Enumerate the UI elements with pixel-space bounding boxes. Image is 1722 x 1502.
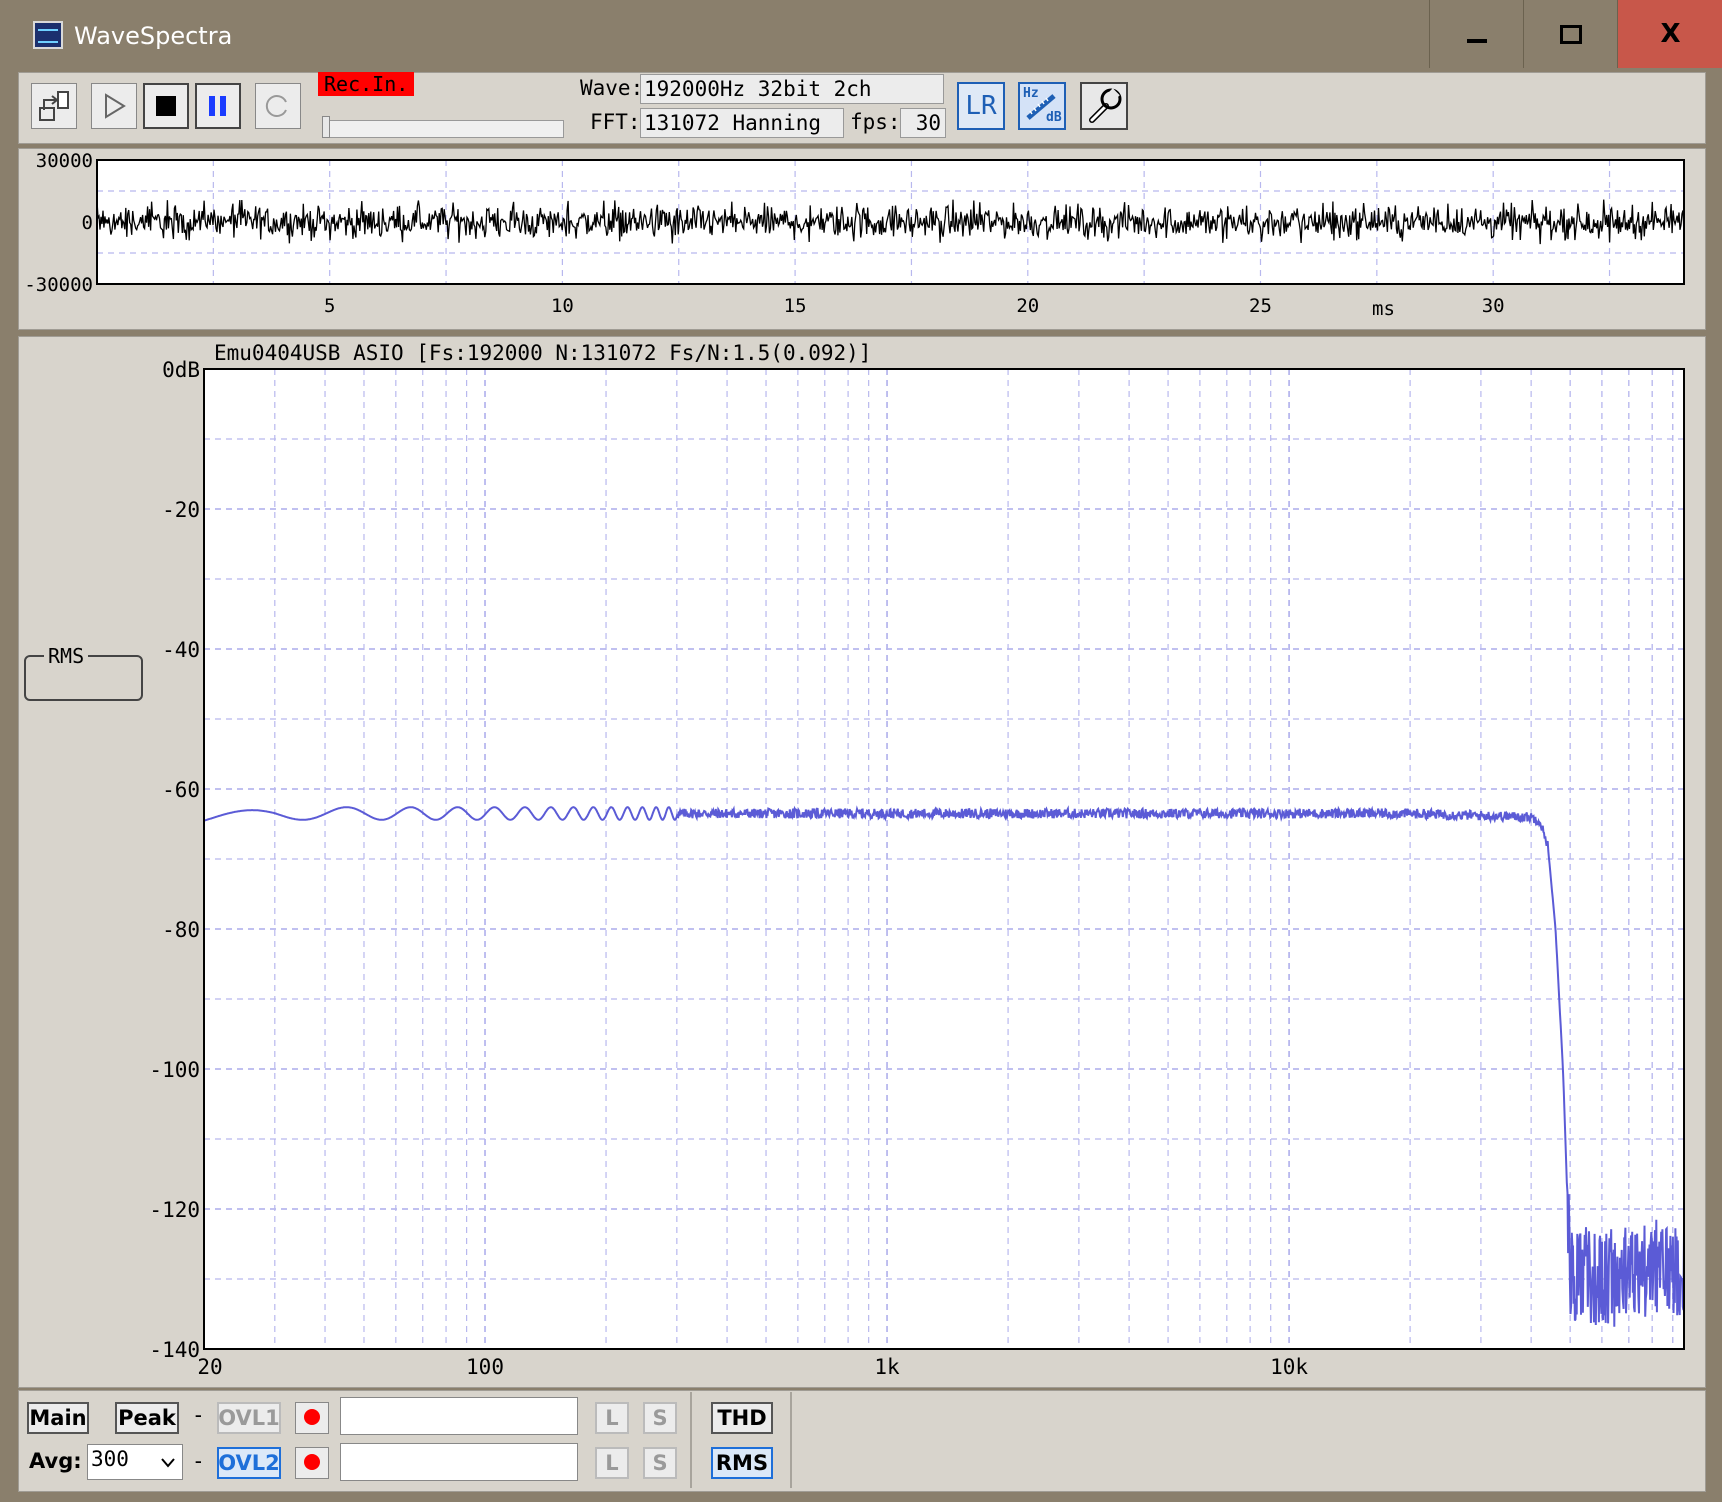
- spectrum-x-tick-label: 1k: [874, 1355, 900, 1379]
- waveform-y-tick-label: 0: [82, 212, 93, 234]
- waveform-x-axis-label: ms: [1372, 298, 1395, 320]
- dash-separator-2: -: [192, 1449, 205, 1473]
- close-icon: X: [1660, 19, 1681, 49]
- rms-button[interactable]: RMS: [711, 1447, 773, 1479]
- spectrum-x-tick-label: 20: [197, 1355, 222, 1379]
- spectrum-y-tick-label: -140: [149, 1338, 200, 1362]
- refresh-button[interactable]: [255, 83, 301, 129]
- spectrum-y-tick-label: -100: [149, 1058, 200, 1082]
- fft-label: FFT:: [590, 110, 641, 134]
- minimize-button[interactable]: [1429, 0, 1523, 68]
- spectrum-y-tick-label: -60: [162, 778, 200, 802]
- peak-button[interactable]: Peak: [115, 1402, 179, 1434]
- minimize-icon: [1466, 39, 1487, 43]
- app-icon[interactable]: [33, 21, 63, 49]
- stop-icon: [156, 96, 176, 116]
- pause-button[interactable]: [195, 83, 241, 129]
- rec-in-indicator: Rec.In.: [318, 72, 415, 96]
- ovl1-name-field[interactable]: [340, 1397, 578, 1435]
- waveform-y-tick-label: -30000: [24, 274, 93, 296]
- spectrum-chart[interactable]: 0dB -20 -40 -60 -80 -100 -120 -140 20 100 1k 10k: [18, 336, 1704, 1386]
- waveform-y-ticks: 30000 0 -30000: [24, 150, 93, 296]
- waveform-x-tick-label: 30: [1482, 295, 1505, 317]
- waveform-y-tick-label: 30000: [36, 150, 93, 172]
- spectrum-header: Emu0404USB ASIO [Fs:192000 N:131072 Fs/N…: [214, 341, 872, 365]
- level-slider-thumb[interactable]: [322, 116, 330, 138]
- waveform-x-tick-label: 5: [324, 295, 335, 317]
- ovl1-record-button[interactable]: [295, 1402, 329, 1434]
- fps-field[interactable]: 30: [900, 108, 946, 138]
- ovl1-load-button[interactable]: L: [595, 1402, 629, 1434]
- window-title: WaveSpectra: [74, 22, 233, 50]
- thd-button[interactable]: THD: [711, 1402, 773, 1434]
- level-slider[interactable]: [322, 120, 564, 138]
- bottom-separator-2: [790, 1392, 792, 1488]
- lr-icon: LR: [965, 91, 997, 121]
- bottom-panel: Main Peak - OVL1 L S Avg: 300 - OVL2 L S…: [18, 1390, 1706, 1492]
- dash-separator: -: [192, 1403, 205, 1427]
- wrench-icon: [1089, 88, 1122, 123]
- ovl2-load-button[interactable]: L: [595, 1447, 629, 1479]
- main-button[interactable]: Main: [27, 1402, 89, 1434]
- ovl1-save-button[interactable]: S: [643, 1402, 677, 1434]
- wave-label: Wave:: [580, 76, 644, 100]
- rms-group-label: RMS: [44, 644, 89, 668]
- ovl1-button[interactable]: OVL1: [217, 1402, 281, 1434]
- stop-button[interactable]: [143, 83, 189, 129]
- spectrum-y-tick-label: 0dB: [162, 358, 200, 382]
- pause-icon: [209, 96, 226, 116]
- wave-format-field[interactable]: 192000Hz 32bit 2ch: [640, 74, 944, 104]
- hz-db-button[interactable]: Hz dB: [1018, 82, 1066, 130]
- spectrum-x-tick-label: 10k: [1270, 1355, 1308, 1379]
- waveform-x-tick-label: 15: [784, 295, 807, 317]
- fps-label: fps:: [850, 110, 901, 134]
- spectrum-y-tick-label: -20: [162, 498, 200, 522]
- avg-label: Avg:: [29, 1449, 82, 1473]
- lr-channel-button[interactable]: LR: [957, 82, 1005, 130]
- ovl2-name-field[interactable]: [340, 1443, 578, 1481]
- play-button[interactable]: [91, 83, 137, 129]
- waveform-chart[interactable]: 30000 0 -30000 5 10 15 20 25 30 ms: [18, 148, 1704, 328]
- waveform-x-tick-label: 10: [551, 295, 574, 317]
- close-button[interactable]: X: [1617, 0, 1722, 68]
- waveform-x-ticks: 5 10 15 20 25 30: [324, 295, 1505, 317]
- chevron-down-icon: [161, 1458, 175, 1468]
- maximize-button[interactable]: [1523, 0, 1617, 68]
- bottom-separator: [690, 1392, 692, 1488]
- spectrum-y-tick-label: -40: [162, 638, 200, 662]
- spectrum-y-tick-label: -120: [149, 1198, 200, 1222]
- play-icon: [105, 93, 126, 119]
- ovl2-save-button[interactable]: S: [643, 1447, 677, 1479]
- ruler-icon: [1026, 94, 1056, 120]
- waveform-x-tick-label: 20: [1016, 295, 1039, 317]
- refresh-icon: [265, 95, 287, 117]
- ovl2-record-button[interactable]: [295, 1447, 329, 1479]
- spectrum-x-ticks: 20 100 1k 10k: [197, 1355, 1308, 1379]
- settings-button[interactable]: [1080, 82, 1128, 130]
- spectrum-x-tick-label: 100: [466, 1355, 504, 1379]
- avg-select[interactable]: 300: [87, 1444, 183, 1480]
- maximize-icon: [1559, 24, 1582, 44]
- ovl2-button[interactable]: OVL2: [217, 1447, 281, 1479]
- spectrum-y-ticks: 0dB -20 -40 -60 -80 -100 -120 -140: [149, 358, 200, 1362]
- spectrum-y-tick-label: -80: [162, 918, 200, 942]
- avg-value: 300: [91, 1447, 129, 1471]
- export-button[interactable]: [31, 83, 77, 129]
- waveform-x-tick-label: 25: [1249, 295, 1272, 317]
- export-icon: [39, 91, 69, 121]
- fft-setting-field[interactable]: 131072 Hanning: [640, 108, 844, 138]
